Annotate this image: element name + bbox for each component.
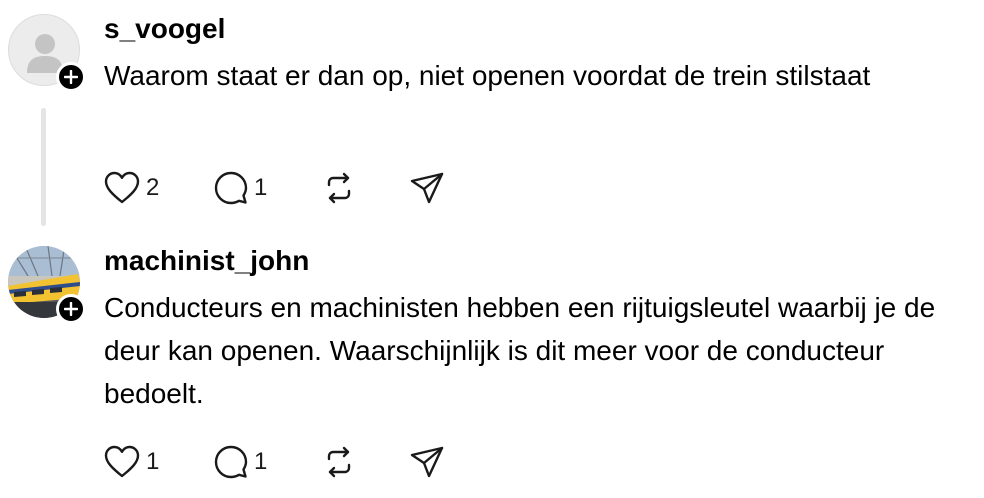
speech-bubble-icon — [214, 171, 248, 205]
reply-count: 1 — [254, 448, 268, 475]
repost-icon — [327, 446, 351, 478]
reply-button[interactable]: 1 — [214, 444, 267, 480]
speech-bubble-icon — [214, 445, 248, 479]
like-button[interactable]: 1 — [104, 444, 159, 480]
post-text: Conducteurs en machinisten hebben een ri… — [104, 292, 936, 409]
like-count: 1 — [146, 448, 160, 475]
paper-plane-icon — [410, 172, 444, 204]
like-count: 2 — [146, 174, 160, 201]
username[interactable]: machinist_john — [104, 244, 309, 278]
heart-icon — [104, 171, 140, 204]
username[interactable]: s_voogel — [104, 12, 225, 46]
paper-plane-icon — [410, 446, 444, 478]
post-text: Waarom staat er dan op, niet openen voor… — [104, 60, 871, 91]
repost-button[interactable] — [322, 170, 356, 206]
follow-button[interactable] — [56, 294, 86, 324]
avatar-container[interactable] — [8, 246, 86, 324]
repost-button[interactable] — [322, 444, 356, 480]
avatar-container[interactable] — [8, 14, 86, 92]
reply-count: 1 — [254, 174, 268, 201]
share-button[interactable] — [410, 170, 444, 206]
plus-icon — [64, 70, 78, 84]
post: machinist_john Conducteurs en machiniste… — [0, 236, 984, 498]
reply-button[interactable]: 1 — [214, 170, 267, 206]
like-button[interactable]: 2 — [104, 170, 159, 206]
heart-icon — [104, 445, 140, 478]
repost-icon — [327, 172, 351, 204]
plus-icon — [64, 302, 78, 316]
follow-button[interactable] — [56, 62, 86, 92]
post: s_voogel Waarom staat er dan op, niet op… — [0, 0, 984, 236]
share-button[interactable] — [410, 444, 444, 480]
thread-line — [41, 108, 46, 226]
